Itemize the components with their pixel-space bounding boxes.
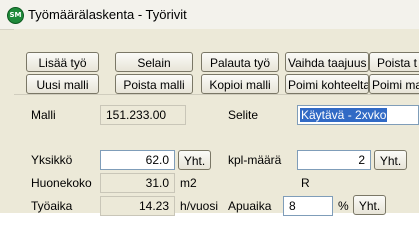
apuaika-input[interactable]: 8 [283,196,333,216]
yksikko-input[interactable]: 62.0 [100,150,175,170]
app-logo-icon: SM [7,7,24,24]
apuaika-unit: % [338,199,349,213]
selite-label: Selite [228,108,259,122]
restore-work-button[interactable]: Palauta työ [201,52,279,72]
browser-button[interactable]: Selain [115,52,193,72]
apuaika-label: Apuaika [228,199,272,213]
selite-selected-text: Käytävä - 2xvko [300,108,388,122]
window-title: Työmäärälaskenta - Työrivit [28,7,187,22]
new-model-button[interactable]: Uusi malli [26,74,99,94]
yksikko-label: Yksikkö [31,153,73,167]
selite-input[interactable]: Käytävä - 2xvko [297,105,419,125]
pick-model-button[interactable]: Poimi mall [369,74,419,94]
tyoaika-field: 14.23 [100,196,175,216]
change-frequency-button[interactable]: Vaihda taajuus [285,52,369,72]
huonekoko-field: 31.0 [100,173,175,193]
apuaika-total-button[interactable]: Yht. [353,195,386,215]
kpl-label: kpl-määrä [228,153,282,167]
malli-field: 151.233.00 [100,105,186,125]
add-work-button[interactable]: Lisää työ [26,52,99,72]
tyoaika-label: Työaika [31,199,73,213]
toolbar-divider [14,94,419,95]
app-window: SM Työmäärälaskenta - Työrivit Lisää työ… [0,0,419,216]
pick-from-target-button[interactable]: Poimi kohteelta [285,74,369,94]
huonekoko-label: Huonekoko [31,176,92,190]
yksikko-total-button[interactable]: Yht. [178,150,211,170]
title-bar[interactable]: SM Työmäärälaskenta - Työrivit [0,0,419,30]
copy-model-button[interactable]: Kopioi malli [201,74,279,94]
kpl-total-button[interactable]: Yht. [374,150,407,170]
r-label: R [301,176,310,190]
kpl-input[interactable]: 2 [297,150,371,170]
huonekoko-unit: m2 [180,176,197,190]
malli-label: Malli [31,108,56,122]
tyoaika-unit: h/vuosi [180,199,219,213]
delete-model-button[interactable]: Poista malli [115,74,193,94]
main-panel: Lisää työ Selain Palauta työ Vaihda taaj… [14,29,419,216]
delete-work-button[interactable]: Poista t [369,52,419,72]
